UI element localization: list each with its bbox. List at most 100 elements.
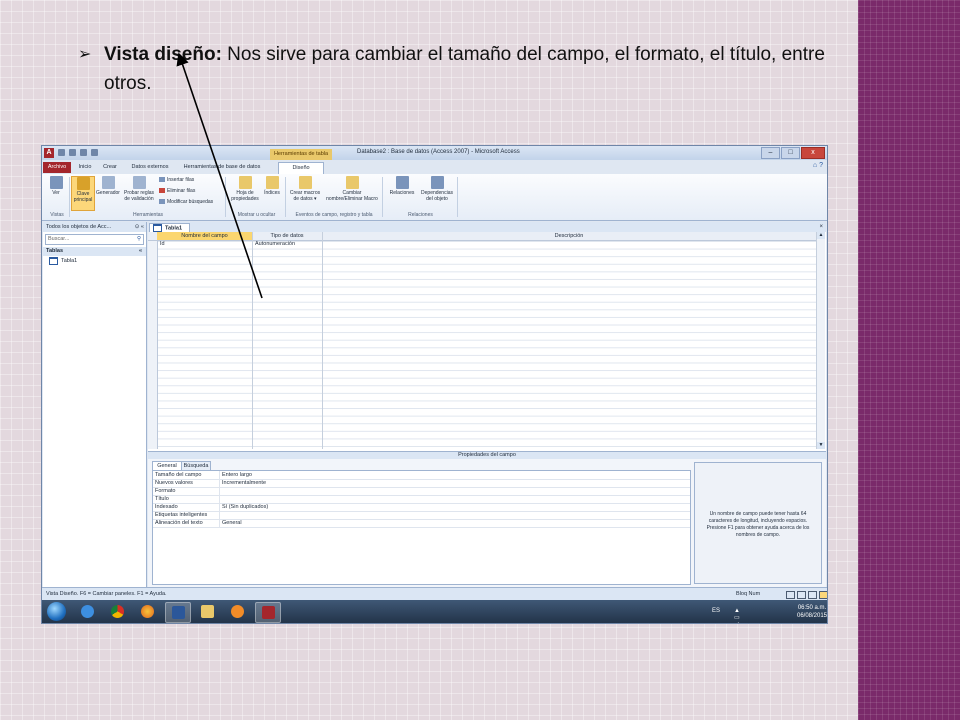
tab-inicio[interactable]: Inicio xyxy=(74,162,96,173)
properties-help-text: Un nombre de campo puede tener hasta 64 … xyxy=(706,511,810,538)
maximize-button[interactable]: □ xyxy=(781,147,800,159)
taskbar-word-icon[interactable] xyxy=(165,602,191,623)
create-data-macros-button[interactable]: Crear macros de datos ▾ xyxy=(288,176,322,202)
modify-lookups-button[interactable]: Modificar búsquedas xyxy=(159,199,213,205)
taskbar-access-icon[interactable] xyxy=(255,602,281,623)
view-button[interactable]: Ver xyxy=(45,176,67,196)
column-header-descripcion[interactable]: Descripción xyxy=(322,232,816,240)
table-row[interactable]: ⚷IdAutonumeración xyxy=(148,241,816,248)
chevron-up-icon[interactable]: « xyxy=(139,247,142,256)
field-name-cell[interactable]: Id xyxy=(158,241,252,248)
row-selector-column[interactable] xyxy=(148,241,158,449)
property-value[interactable] xyxy=(219,487,690,495)
navigation-pane: Todos los objetos de Acc... ⊙ « Buscar..… xyxy=(43,222,147,587)
key-icon xyxy=(76,177,90,190)
test-rules-button[interactable]: Probar reglas de validación xyxy=(122,176,156,202)
nav-group-tablas[interactable]: Tablas « xyxy=(43,247,146,256)
status-bar: Vista Diseño. F6 = Cambiar paneles. F1 =… xyxy=(42,587,827,600)
property-value[interactable]: Entero largo xyxy=(219,471,690,479)
save-icon[interactable] xyxy=(58,149,65,156)
primary-key-button[interactable]: Clave principal xyxy=(71,176,95,211)
taskbar-ie-icon[interactable] xyxy=(75,602,99,621)
group-label-herramientas: Herramientas xyxy=(132,212,163,218)
taskbar-explorer-icon[interactable] xyxy=(195,602,219,621)
property-row[interactable]: Alineación del texto General xyxy=(153,519,690,528)
group-label-vistas: Vistas xyxy=(50,212,64,218)
close-button[interactable]: x xyxy=(801,147,825,159)
taskbar-firefox-icon[interactable] xyxy=(135,602,159,621)
indexes-icon xyxy=(265,176,279,189)
property-value[interactable]: Incrementalmente xyxy=(219,479,690,487)
nav-header[interactable]: Todos los objetos de Acc... ⊙ « xyxy=(43,222,146,232)
property-sheet-icon xyxy=(238,176,252,189)
check-rules-icon xyxy=(132,176,146,189)
view-icon xyxy=(49,176,63,189)
rename-delete-macro-button[interactable]: Cambiar nombre/Eliminar Macro xyxy=(324,176,380,202)
lookup-icon xyxy=(159,199,165,205)
pivot-chart-view-icon[interactable] xyxy=(808,591,817,599)
data-type-cell[interactable]: Autonumeración xyxy=(253,241,322,248)
tab-herramientas-bd[interactable]: Herramientas de base de datos xyxy=(177,162,267,173)
help-icon[interactable]: ⌂ ? xyxy=(813,162,823,169)
field-properties-title: Propiedades del campo xyxy=(148,451,826,459)
customize-qat-icon[interactable] xyxy=(91,149,98,156)
search-icon[interactable]: ⚲ xyxy=(137,235,141,244)
field-grid: Nombre del campo Tipo de datos Descripci… xyxy=(148,232,816,449)
scroll-up-icon[interactable]: ▲ xyxy=(817,232,825,239)
nav-collapse-icon[interactable]: ⊙ « xyxy=(135,222,144,232)
window-controls: – □ x xyxy=(761,147,825,159)
start-button-icon[interactable] xyxy=(47,602,66,621)
tray-icons[interactable]: ▲ ▭ ◢ ♪ xyxy=(734,608,742,623)
bullet-text: Vista diseño: Nos sirve para cambiar el … xyxy=(104,40,874,98)
insert-rows-button[interactable]: Insertar filas xyxy=(159,177,194,183)
minimize-button[interactable]: – xyxy=(761,147,780,159)
grid-scrollbar[interactable]: ▲ ▼ xyxy=(816,232,825,449)
property-value[interactable]: General xyxy=(219,519,690,527)
clock[interactable]: 06:50 a.m. 06/08/2015 xyxy=(792,604,827,620)
builder-button[interactable]: Generador xyxy=(95,176,121,196)
column-header-tipo[interactable]: Tipo de datos xyxy=(252,232,323,240)
group-separator xyxy=(225,177,226,217)
properties-table: Tamaño del campo Entero largo Nuevos valor… xyxy=(152,470,691,585)
close-document-icon[interactable]: × xyxy=(819,222,823,232)
scroll-down-icon[interactable]: ▼ xyxy=(817,442,825,449)
delete-rows-button[interactable]: Eliminar filas xyxy=(159,188,195,194)
property-value[interactable] xyxy=(219,511,690,519)
datasheet-view-icon[interactable] xyxy=(786,591,795,599)
dependencies-icon xyxy=(430,176,444,189)
column-header-nombre[interactable]: Nombre del campo xyxy=(157,232,253,240)
indexes-button[interactable]: Índices xyxy=(262,176,282,196)
taskbar-chrome-icon[interactable] xyxy=(105,602,129,621)
table-icon xyxy=(49,256,58,265)
window-title: Database2 : Base de datos (Access 2007) … xyxy=(357,149,520,155)
undo-icon[interactable] xyxy=(69,149,76,156)
group-separator xyxy=(69,177,70,217)
pivot-table-view-icon[interactable] xyxy=(797,591,806,599)
table-icon xyxy=(153,224,162,232)
grid-header: Nombre del campo Tipo de datos Descripci… xyxy=(148,232,816,241)
redo-icon[interactable] xyxy=(80,149,87,156)
description-cell[interactable] xyxy=(323,241,815,248)
grid-body[interactable]: ⚷IdAutonumeración xyxy=(148,241,816,449)
tab-crear[interactable]: Crear xyxy=(100,162,120,173)
design-view-icon[interactable] xyxy=(819,591,827,599)
access-logo-icon[interactable]: A xyxy=(44,148,54,158)
tab-datos-externos[interactable]: Datos externos xyxy=(126,162,174,173)
status-text: Vista Diseño. F6 = Cambiar paneles. F1 =… xyxy=(46,591,167,597)
tab-diseno[interactable]: Diseño xyxy=(278,162,324,174)
relationships-button[interactable]: Relaciones xyxy=(387,176,417,196)
property-value[interactable] xyxy=(219,495,690,503)
object-dependencies-button[interactable]: Dependencias del objeto xyxy=(419,176,455,202)
nav-search-input[interactable]: Buscar... ⚲ xyxy=(45,234,144,245)
taskbar-media-player-icon[interactable] xyxy=(225,602,249,621)
tab-archivo[interactable]: Archivo xyxy=(43,162,71,173)
property-label: Etiquetas inteligentes xyxy=(155,512,208,518)
group-separator xyxy=(382,177,383,217)
group-label-eventos: Eventos de campo, registro y tabla xyxy=(295,212,373,218)
quick-access-toolbar xyxy=(58,148,114,158)
nav-item-tabla1[interactable]: Tabla1 xyxy=(43,256,146,266)
group-label-relaciones: Relaciones xyxy=(408,212,433,218)
property-sheet-button[interactable]: Hoja de propiedades xyxy=(230,176,260,202)
language-indicator[interactable]: ES xyxy=(712,608,720,614)
property-value[interactable]: Sí (Sin duplicados) xyxy=(219,503,690,511)
